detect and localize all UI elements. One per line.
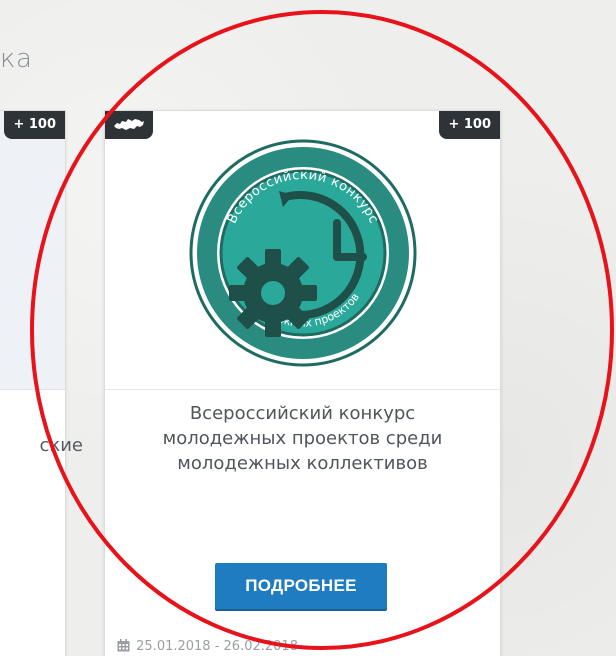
card-title-line: молодежных проектов среди bbox=[162, 428, 443, 449]
region-badge bbox=[105, 111, 153, 139]
card-title[interactable]: Всероссийский конкурс молодежных проекто… bbox=[125, 401, 480, 476]
card-image-placeholder bbox=[0, 111, 65, 390]
card-title-line: Всероссийский конкурс bbox=[189, 403, 416, 424]
event-card-previous[interactable]: + 100 ские bbox=[0, 110, 83, 656]
contest-logo: Всероссийский конкурс молодежных проекто… bbox=[189, 139, 417, 367]
event-card[interactable]: Всероссийский конкурс молодежных проекто… bbox=[104, 110, 501, 656]
points-badge: + 100 bbox=[439, 111, 500, 139]
event-dates: 25.01.2018 - 26.02.2018 bbox=[117, 639, 298, 654]
details-button[interactable]: ПОДРОБНЕЕ bbox=[215, 563, 387, 609]
russia-map-icon bbox=[114, 119, 144, 130]
card-title-line: молодежных коллективов bbox=[177, 453, 428, 474]
points-badge: + 100 bbox=[4, 111, 65, 139]
card-image[interactable]: Всероссийский конкурс молодежных проекто… bbox=[105, 111, 500, 390]
calendar-icon bbox=[117, 639, 130, 652]
card-title-fragment[interactable]: ские bbox=[0, 433, 83, 459]
page: ка + 100 ские Всероссийский конкурс ж х … bbox=[0, 0, 616, 656]
date-range: 25.01.2018 - 26.02.2018 bbox=[136, 639, 298, 654]
section-heading: ка bbox=[0, 44, 33, 74]
